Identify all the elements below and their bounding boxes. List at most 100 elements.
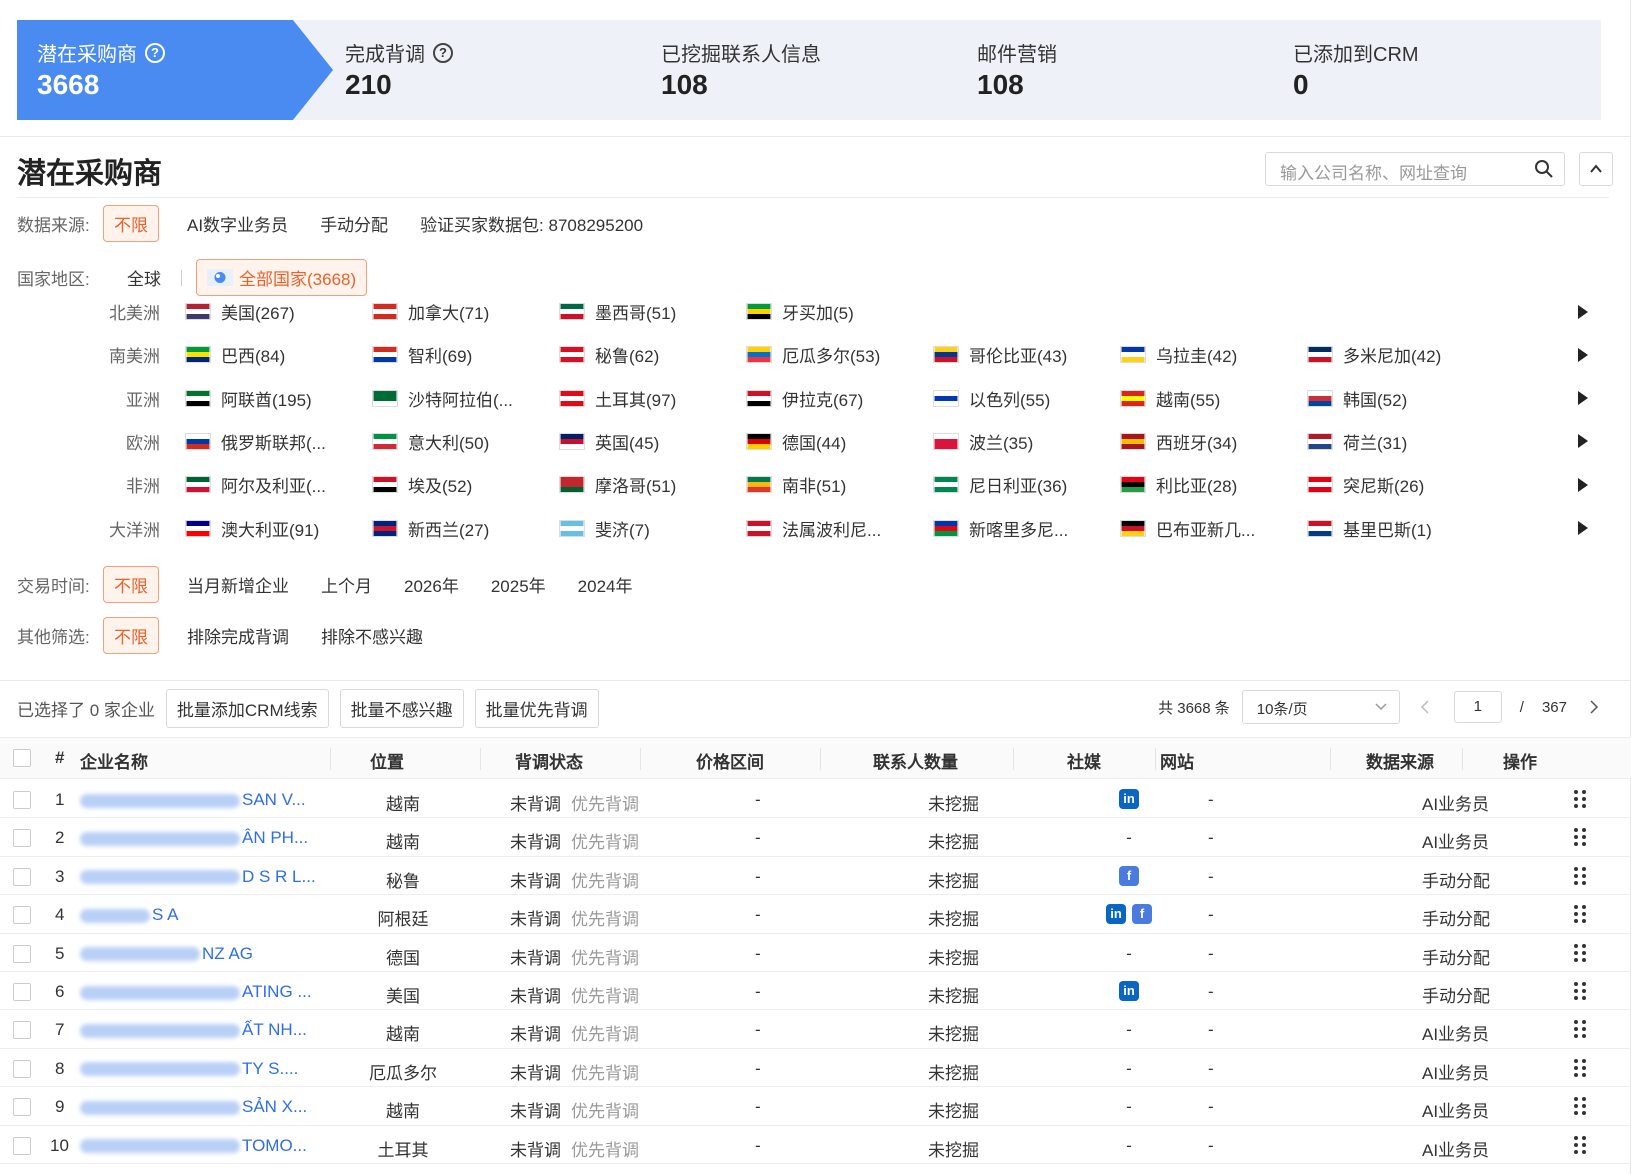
company-name-link[interactable]: TY S....: [80, 1059, 298, 1079]
priority-survey-link[interactable]: 优先背调: [571, 790, 639, 815]
country-item[interactable]: 澳大利亚(91): [185, 516, 372, 541]
table-row[interactable]: 5 NZ AG 德国 未背调 优先背调 - 未挖掘 - - 手动分配: [0, 934, 1631, 972]
more-actions-icon[interactable]: [1574, 1135, 1588, 1156]
help-icon[interactable]: ?: [433, 42, 453, 63]
country-item[interactable]: 以色列(55): [933, 386, 1120, 411]
table-row[interactable]: 6 ATING ... 美国 未背调 优先背调 - 未挖掘 in - 手动分配: [0, 972, 1631, 1011]
column-header[interactable]: 网站: [1160, 748, 1194, 773]
company-name-link[interactable]: ẤT NH...: [80, 1020, 307, 1040]
country-item[interactable]: 哥伦比亚(43): [933, 342, 1120, 367]
page-size-select[interactable]: 10条/页: [1241, 690, 1400, 724]
country-item[interactable]: 伊拉克(67): [746, 386, 933, 411]
table-row[interactable]: 10 TOMO... 土耳其 未背调 优先背调 - 未挖掘 - - AI业务员: [0, 1126, 1631, 1164]
row-checkbox[interactable]: [13, 867, 31, 886]
facebook-icon[interactable]: f: [1119, 865, 1139, 886]
column-header[interactable]: 价格区间: [696, 748, 764, 773]
funnel-step-3[interactable]: 已挖掘联系人信息 108: [609, 20, 967, 120]
country-item[interactable]: 埃及(52): [372, 472, 559, 497]
more-actions-icon[interactable]: [1574, 1058, 1588, 1079]
country-item[interactable]: 南非(51): [746, 472, 933, 497]
country-item[interactable]: 沙特阿拉伯(...: [372, 386, 559, 411]
filter-option[interactable]: 排除完成背调: [171, 623, 305, 648]
country-item[interactable]: 荷兰(31): [1307, 429, 1494, 454]
facebook-icon[interactable]: f: [1132, 904, 1152, 925]
country-item[interactable]: 法属波利尼...: [746, 516, 933, 541]
company-name-link[interactable]: ÂN PH...: [80, 828, 308, 848]
country-item[interactable]: 厄瓜多尔(53): [746, 342, 933, 367]
priority-survey-link[interactable]: 优先背调: [571, 905, 639, 930]
country-item[interactable]: 新西兰(27): [372, 516, 559, 541]
country-item[interactable]: 乌拉圭(42): [1120, 342, 1307, 367]
page-input[interactable]: 1: [1453, 691, 1502, 723]
country-item[interactable]: 多米尼加(42): [1307, 342, 1494, 367]
next-page-icon[interactable]: [1589, 700, 1599, 714]
expand-arrow-icon[interactable]: [1578, 391, 1588, 406]
linkedin-icon[interactable]: in: [1119, 981, 1139, 1001]
company-name-link[interactable]: NZ AG: [80, 944, 253, 964]
prev-page-icon[interactable]: [1420, 700, 1430, 714]
search-icon[interactable]: [1534, 159, 1554, 179]
country-item[interactable]: 德国(44): [746, 429, 933, 454]
row-checkbox[interactable]: [13, 1098, 31, 1117]
search-input[interactable]: 输入公司名称、网址查询: [1265, 152, 1565, 186]
filter-option[interactable]: 上个月: [305, 572, 388, 597]
filter-option[interactable]: 2025年: [475, 572, 562, 597]
more-actions-icon[interactable]: [1574, 1020, 1588, 1040]
table-row[interactable]: 9 SẢN X... 越南 未背调 优先背调 - 未挖掘 - - AI业务员: [0, 1087, 1631, 1126]
row-checkbox[interactable]: [13, 944, 31, 963]
country-item[interactable]: 俄罗斯联邦(...: [185, 429, 372, 454]
column-header[interactable]: 联系人数量: [873, 748, 958, 773]
country-item[interactable]: 波兰(35): [933, 429, 1120, 454]
column-header[interactable]: 社媒: [1067, 748, 1101, 773]
priority-survey-link[interactable]: 优先背调: [571, 1136, 639, 1161]
country-item[interactable]: 英国(45): [559, 429, 746, 454]
more-actions-icon[interactable]: [1574, 828, 1588, 848]
priority-survey-link[interactable]: 优先背调: [571, 1020, 639, 1045]
funnel-step-1[interactable]: 潜在采购商? 3668: [17, 20, 335, 120]
expand-arrow-icon[interactable]: [1578, 434, 1588, 449]
row-checkbox[interactable]: [13, 1136, 31, 1155]
country-item[interactable]: 墨西哥(51): [559, 299, 746, 324]
country-item[interactable]: 斐济(7): [559, 516, 746, 541]
table-row[interactable]: 7 ẤT NH... 越南 未背调 优先背调 - 未挖掘 - - AI业务员: [0, 1010, 1631, 1049]
priority-survey-link[interactable]: 优先背调: [571, 1059, 639, 1084]
country-item[interactable]: 摩洛哥(51): [559, 472, 746, 497]
country-item[interactable]: 西班牙(34): [1120, 429, 1307, 454]
column-header[interactable]: 位置: [370, 748, 404, 773]
country-global[interactable]: 全球: [103, 265, 177, 290]
more-actions-icon[interactable]: [1574, 982, 1588, 1002]
filter-option[interactable]: 不限: [103, 205, 159, 242]
company-name-link[interactable]: TOMO...: [80, 1136, 307, 1156]
table-row[interactable]: 1 SAN V... 越南 未背调 优先背调 - 未挖掘 in - AI业务员: [0, 780, 1631, 819]
country-item[interactable]: 韩国(52): [1307, 386, 1494, 411]
select-all-checkbox[interactable]: [13, 749, 31, 767]
funnel-step-2[interactable]: 完成背调? 210: [293, 20, 651, 120]
filter-option[interactable]: 不限: [103, 617, 159, 654]
country-item[interactable]: 土耳其(97): [559, 386, 746, 411]
table-row[interactable]: 2 ÂN PH... 越南 未背调 优先背调 - 未挖掘 - - AI业务员: [0, 818, 1631, 857]
column-header[interactable]: #: [55, 748, 64, 768]
priority-survey-link[interactable]: 优先背调: [571, 982, 639, 1007]
country-item[interactable]: 阿联酋(195): [185, 386, 372, 411]
expand-arrow-icon[interactable]: [1578, 521, 1588, 535]
batch-add-crm-button[interactable]: 批量添加CRM线索: [165, 688, 329, 728]
linkedin-icon[interactable]: in: [1106, 904, 1126, 925]
table-row[interactable]: 3 D S R L... 秘鲁 未背调 优先背调 - 未挖掘 f - 手动分配: [0, 857, 1631, 896]
country-item[interactable]: 突尼斯(26): [1307, 472, 1494, 497]
row-checkbox[interactable]: [13, 791, 31, 809]
country-item[interactable]: 秘鲁(62): [559, 342, 746, 367]
filter-option[interactable]: AI数字业务员: [171, 211, 304, 236]
filter-option[interactable]: 当月新增企业: [171, 572, 305, 597]
column-header[interactable]: 操作: [1503, 748, 1537, 773]
country-item[interactable]: 利比亚(28): [1120, 472, 1307, 497]
column-header[interactable]: 背调状态: [515, 748, 583, 773]
column-header[interactable]: 企业名称: [80, 748, 148, 773]
more-actions-icon[interactable]: [1574, 790, 1588, 810]
company-name-link[interactable]: D S R L...: [80, 867, 316, 887]
table-row[interactable]: 4 S A 阿根廷 未背调 优先背调 - 未挖掘 in f - 手动分配: [0, 895, 1631, 934]
more-actions-icon[interactable]: [1574, 866, 1588, 887]
batch-not-interested-button[interactable]: 批量不感兴趣: [339, 688, 464, 728]
funnel-step-5[interactable]: 已添加到CRM 0: [1241, 20, 1601, 120]
country-item[interactable]: 美国(267): [185, 299, 372, 324]
country-item[interactable]: 牙买加(5): [746, 299, 933, 324]
